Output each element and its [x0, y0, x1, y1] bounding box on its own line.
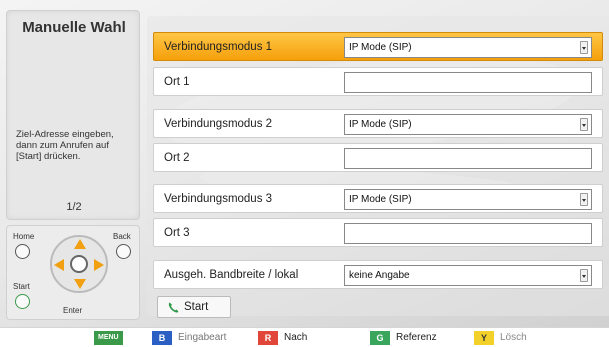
row-label: Ort 1 — [164, 76, 190, 88]
yellow-key-icon[interactable]: Y — [474, 331, 494, 345]
row-ort-1[interactable]: Ort 1 — [153, 67, 603, 96]
connection-mode-2-select[interactable]: IP Mode (SIP) — [344, 114, 592, 135]
row-verbindungsmodus-3[interactable]: Verbindungsmodus 3 IP Mode (SIP) — [153, 184, 603, 213]
row-label: Verbindungsmodus 3 — [164, 193, 273, 205]
start-button-icon — [15, 294, 30, 309]
location-2-input[interactable] — [344, 148, 592, 169]
row-bandwidth[interactable]: Ausgeh. Bandbreite / lokal keine Angabe — [153, 260, 603, 289]
row-verbindungsmodus-2[interactable]: Verbindungsmodus 2 IP Mode (SIP) — [153, 109, 603, 138]
red-key-icon[interactable]: R — [258, 331, 278, 345]
row-ort-3[interactable]: Ort 3 — [153, 218, 603, 247]
page-indicator: 1/2 — [66, 201, 82, 213]
dropdown-arrow-icon[interactable] — [580, 269, 588, 282]
phone-icon — [168, 302, 179, 313]
back-label: Back — [113, 232, 131, 241]
dial-form: Verbindungsmodus 1 IP Mode (SIP) Ort 1 V… — [147, 16, 609, 316]
help-text: Ziel-Adresse eingeben, dann zum Anrufen … — [16, 129, 114, 162]
arrow-right-icon — [94, 259, 104, 271]
green-key-label: Referenz — [396, 332, 437, 343]
home-label: Home — [13, 232, 35, 241]
start-label: Start — [13, 282, 30, 291]
menu-key-icon[interactable]: MENU — [94, 331, 123, 345]
start-button[interactable]: Start — [157, 296, 231, 318]
function-key-bar: MENU B Eingabeart R Nach G Referenz Y Lö… — [0, 327, 609, 347]
row-label: Ausgeh. Bandbreite / lokal — [164, 269, 299, 281]
blue-key-icon[interactable]: B — [152, 331, 172, 345]
back-button-icon — [116, 244, 131, 259]
row-label: Verbindungsmodus 2 — [164, 118, 273, 130]
connection-mode-1-select[interactable]: IP Mode (SIP) — [344, 37, 592, 58]
start-button-label: Start — [184, 301, 209, 313]
green-key-icon[interactable]: G — [370, 331, 390, 345]
row-label: Verbindungsmodus 1 — [164, 41, 273, 53]
home-button-icon — [15, 244, 30, 259]
row-verbindungsmodus-1[interactable]: Verbindungsmodus 1 IP Mode (SIP) — [153, 32, 603, 61]
connection-mode-3-select[interactable]: IP Mode (SIP) — [344, 189, 592, 210]
row-label: Ort 2 — [164, 152, 190, 164]
yellow-key-label: Lösch — [500, 332, 527, 343]
page-title: Manuelle Wahl — [22, 19, 126, 36]
dropdown-arrow-icon[interactable] — [580, 118, 588, 131]
enter-label: Enter — [63, 306, 83, 315]
dropdown-arrow-icon[interactable] — [580, 193, 588, 206]
row-ort-2[interactable]: Ort 2 — [153, 143, 603, 172]
dropdown-arrow-icon[interactable] — [580, 41, 588, 54]
red-key-label: Nach — [284, 332, 308, 343]
arrow-up-icon — [74, 239, 86, 249]
bandwidth-select[interactable]: keine Angabe — [344, 265, 592, 286]
location-1-input[interactable] — [344, 72, 592, 93]
location-3-input[interactable] — [344, 223, 592, 244]
blue-key-label: Eingabeart — [178, 332, 227, 343]
info-panel: Manuelle Wahl Ziel-Adresse eingeben, dan… — [6, 10, 140, 220]
row-label: Ort 3 — [164, 227, 190, 239]
enter-button-icon — [70, 255, 88, 273]
arrow-left-icon — [54, 259, 64, 271]
arrow-down-icon — [74, 279, 86, 289]
dpad-icon — [50, 235, 108, 293]
remote-control-guide: Home Back Start Enter — [6, 225, 140, 320]
